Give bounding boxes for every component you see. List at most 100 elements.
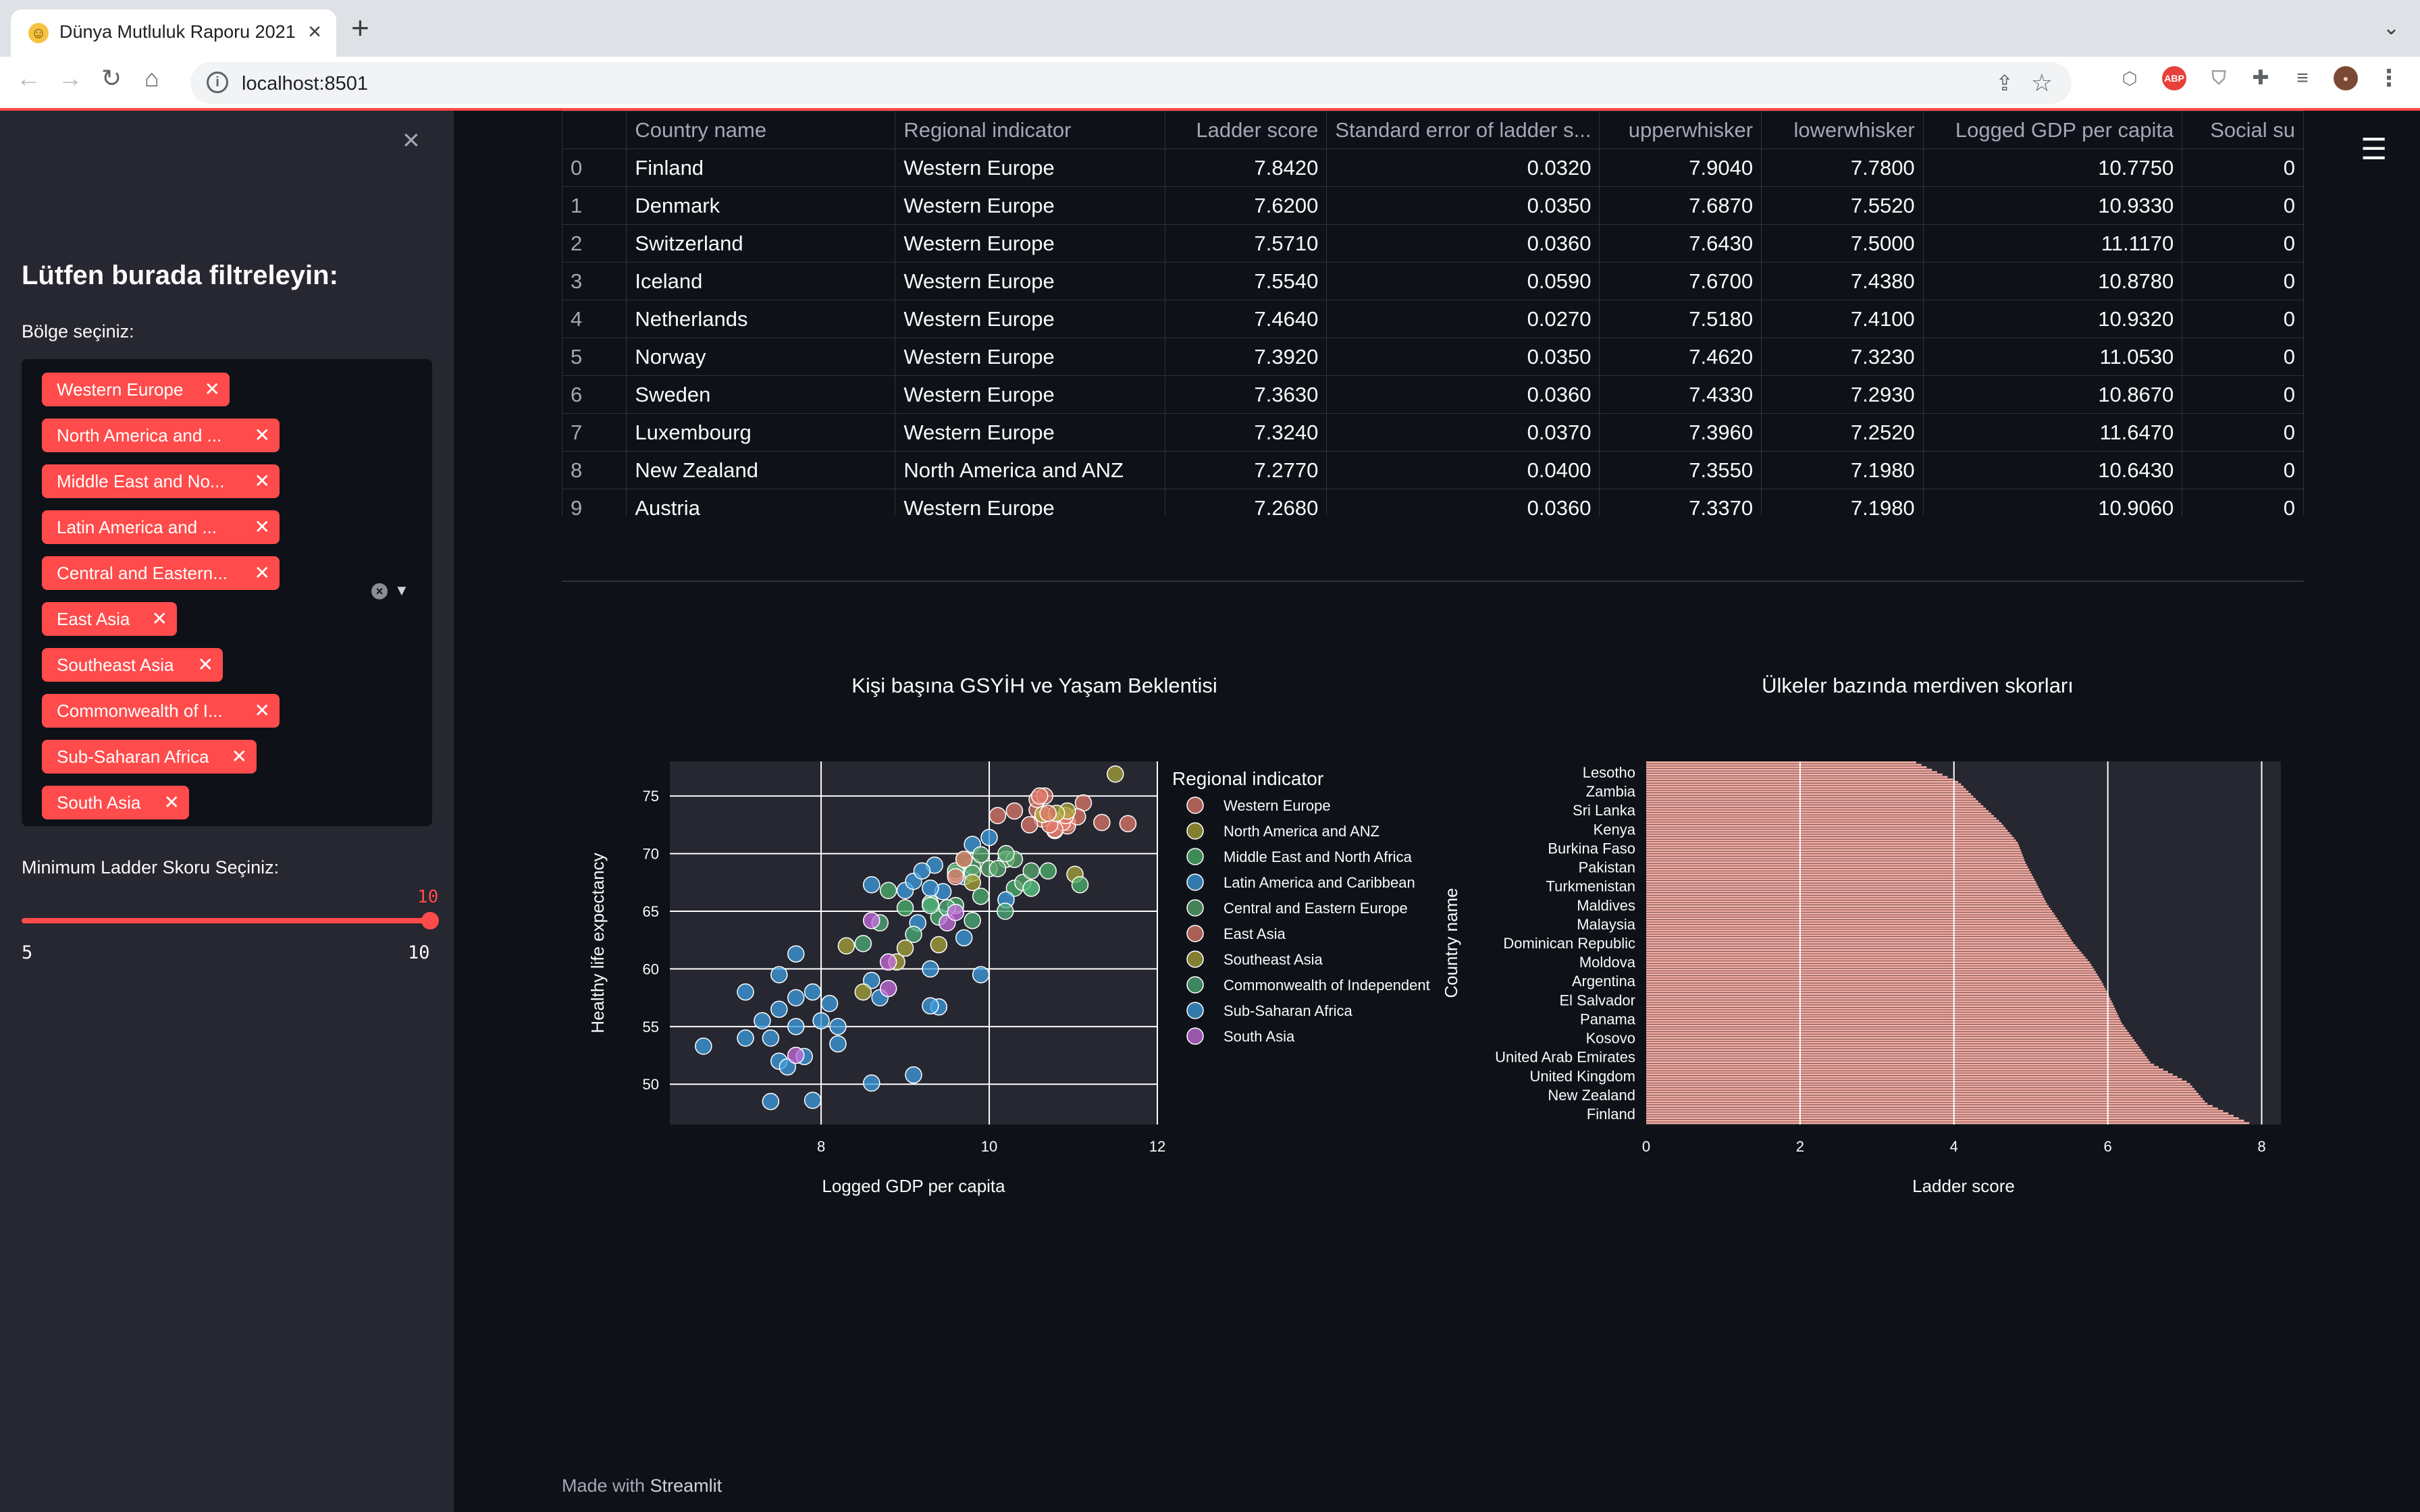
scatter-point[interactable] [955,850,973,868]
ladder-bar[interactable] [1646,1010,2117,1013]
ladder-bar[interactable] [1646,934,2069,937]
ladder-bar[interactable] [1646,978,2101,981]
ladder-bar[interactable] [1646,1098,2203,1100]
scatter-point[interactable] [829,1035,847,1053]
scatter-point[interactable] [762,1029,780,1047]
ladder-bar[interactable] [1646,1066,2159,1069]
scatter-point[interactable] [762,1093,780,1110]
scatter-point[interactable] [972,846,990,864]
ladder-bar[interactable] [1646,946,2078,949]
ladder-bar[interactable] [1646,878,2035,881]
scatter-point[interactable] [972,888,990,905]
scatter-point[interactable] [989,807,1007,825]
ladder-bar[interactable] [1646,800,1978,803]
table-row[interactable]: 0 Finland Western Europe 7.8420 0.0320 7.9040… [562,148,2304,187]
scatter-point[interactable] [955,929,973,947]
ladder-bar[interactable] [1646,986,2105,988]
ladder-bar[interactable] [1646,817,1997,820]
home-icon[interactable]: ⌂ [144,66,159,90]
scatter-point[interactable] [837,937,856,955]
ladder-bar[interactable] [1646,786,1964,788]
ladder-bar[interactable] [1646,1078,2182,1081]
ladder-bar[interactable] [1646,1017,2120,1020]
ladder-bar[interactable] [1646,1054,2145,1056]
ladder-bar[interactable] [1646,1044,2138,1046]
scatter-point[interactable] [829,1018,847,1035]
ladder-bar[interactable] [1646,863,2027,866]
ladder-bar[interactable] [1646,924,2062,927]
scatter-point[interactable] [863,875,880,894]
scatter-point[interactable] [1022,880,1041,897]
ladder-bar[interactable] [1646,1061,2151,1064]
ladder-bar[interactable] [1646,880,2036,883]
ladder-bar[interactable] [1646,1110,2224,1112]
scatter-chart[interactable]: Kişi başına GSYİH ve Yaşam Beklentisi 8 1… [562,648,1460,1228]
scatter-point[interactable] [922,997,939,1015]
ladder-bar[interactable] [1646,792,1971,795]
scatter-point[interactable] [754,1012,771,1030]
ladder-bar-chart[interactable]: Ülkeler bazında merdiven skorları 02468 … [1445,648,2304,1228]
table-row[interactable]: 2 Switzerland Western Europe 7.5710 0.0360 7.… [562,224,2304,263]
ladder-bar[interactable] [1646,763,1922,766]
column-header[interactable]: upperwhisker [1599,111,1762,149]
abp-icon[interactable]: ABP [2162,66,2186,90]
remove-chip-icon[interactable]: ✕ [255,510,270,544]
remove-chip-icon[interactable]: ✕ [255,556,270,590]
ladder-bar[interactable] [1646,907,2051,910]
scatter-point[interactable] [879,979,897,998]
scatter-point[interactable] [863,1074,880,1092]
ladder-bar[interactable] [1646,832,2010,834]
ladder-bar[interactable] [1646,959,2088,961]
ladder-bar[interactable] [1646,1083,2190,1085]
ladder-bar[interactable] [1646,790,1969,793]
table-row[interactable]: 5 Norway Western Europe 7.3920 0.0350 7.4620 7… [562,338,2304,376]
scatter-point[interactable] [1022,862,1041,880]
region-multiselect[interactable]: Western Europe ✕ North America and ... ✕ M… [22,359,432,826]
scatter-point[interactable] [737,983,754,1001]
ladder-bar[interactable] [1646,1039,2134,1042]
scatter-point[interactable] [1071,875,1089,894]
ladder-bar[interactable] [1646,980,2102,983]
ladder-bar[interactable] [1646,973,2098,976]
scatter-point[interactable] [905,1066,922,1084]
ladder-bar[interactable] [1646,771,1937,774]
close-sidebar-icon[interactable]: × [402,126,420,155]
scatter-point[interactable] [737,1029,754,1047]
ladder-bar[interactable] [1646,1119,2244,1122]
legend-item[interactable]: Western Europe [1186,796,1331,814]
ladder-bar[interactable] [1646,944,2076,946]
ladder-bar[interactable] [1646,875,2034,878]
ladder-bar[interactable] [1646,834,2012,837]
ladder-bar[interactable] [1646,1090,2197,1093]
data-table[interactable]: Country name Regional indicator Ladder sco… [562,111,2304,516]
main-menu-icon[interactable]: ☰ [2361,135,2387,165]
ladder-bar[interactable] [1646,902,2047,905]
ladder-bar[interactable] [1646,774,1943,776]
ladder-bar[interactable] [1646,1029,2128,1032]
column-header[interactable]: Standard error of ladder s... [1326,111,1600,149]
legend-item[interactable]: North America and ANZ [1186,822,1379,840]
scatter-point[interactable] [997,844,1015,863]
forward-icon[interactable]: → [58,66,82,90]
reload-icon[interactable]: ↻ [101,66,122,90]
scatter-point[interactable] [863,911,880,929]
ladder-bar[interactable] [1646,939,2072,942]
scatter-point[interactable] [1030,787,1049,805]
ladder-bar[interactable] [1646,1081,2187,1083]
ladder-bar[interactable] [1646,807,1987,810]
ladder-bar[interactable] [1646,936,2070,939]
ladder-bar[interactable] [1646,1005,2114,1008]
ladder-bar[interactable] [1646,768,1932,771]
legend-item[interactable]: East Asia [1186,925,1286,942]
scatter-point[interactable] [879,953,897,971]
chevron-down-icon[interactable]: ▼ [394,582,409,599]
ladder-bar[interactable] [1646,1058,2149,1061]
ladder-bar[interactable] [1646,795,1974,798]
ladder-bar[interactable] [1646,1037,2133,1039]
streamlit-link[interactable]: Streamlit [650,1476,722,1496]
scatter-point[interactable] [1039,805,1057,822]
ladder-bar[interactable] [1646,1022,2122,1025]
chip-central-eastern-europe[interactable]: Central and Eastern... ✕ [42,556,280,590]
avatar[interactable]: ● [2334,66,2358,90]
ladder-bar[interactable] [1646,805,1984,807]
